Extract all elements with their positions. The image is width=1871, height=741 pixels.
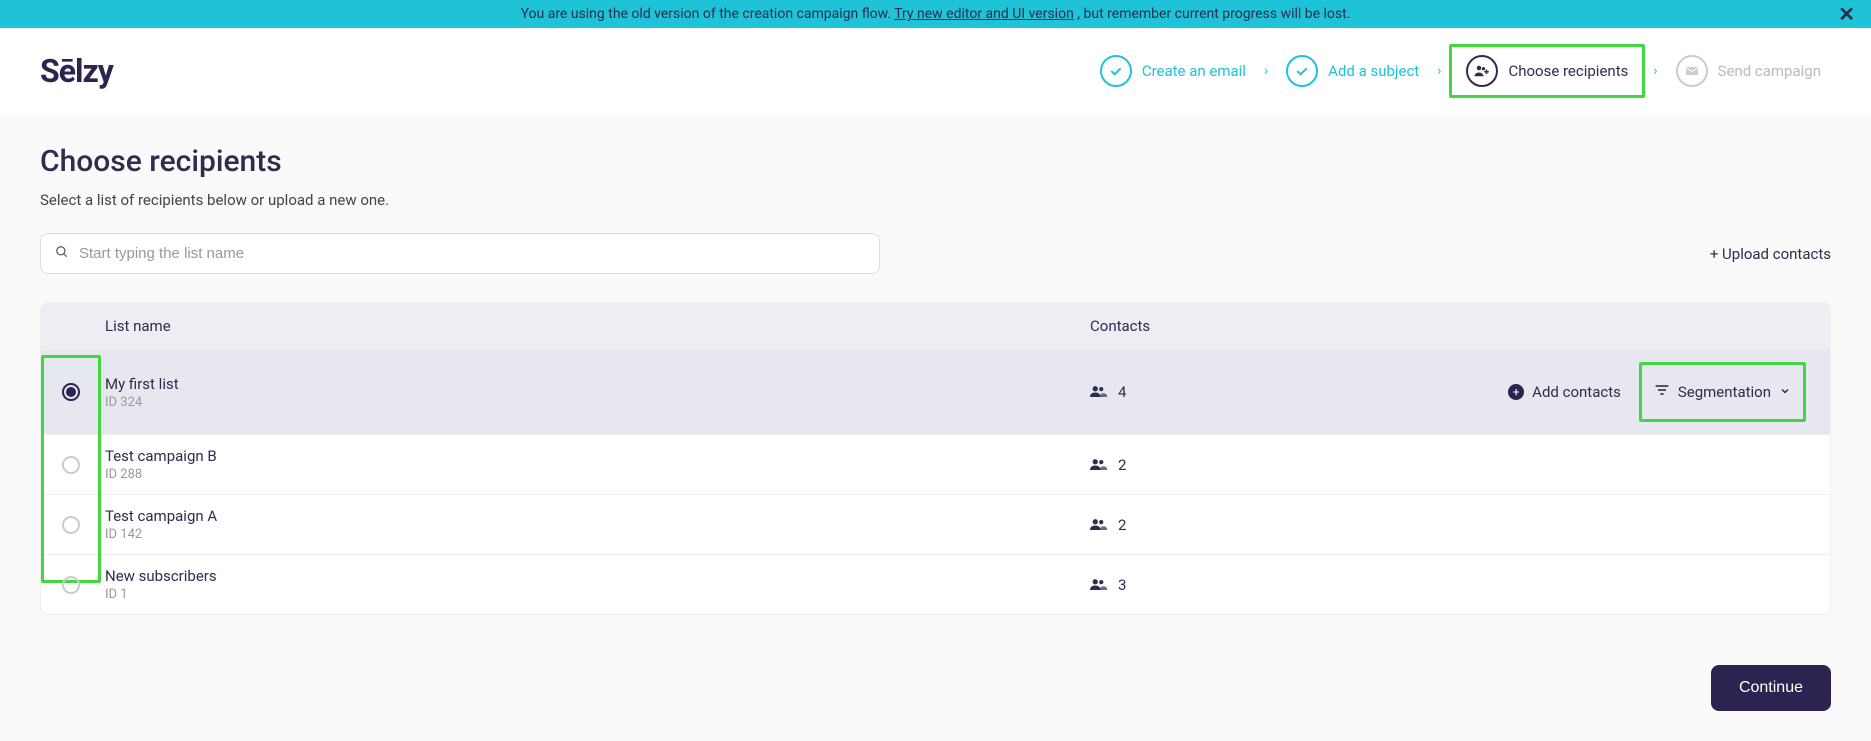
radio-button[interactable] — [62, 456, 80, 474]
list-id: ID 324 — [105, 395, 1090, 410]
step-label: Add a subject — [1328, 62, 1419, 80]
banner-link[interactable]: Try new editor and UI version — [894, 6, 1074, 22]
list-name: New subscribers — [105, 567, 1090, 585]
column-header-contacts: Contacts — [1090, 317, 1430, 335]
chevron-right-icon: › — [1264, 63, 1268, 79]
contacts-count: 2 — [1118, 456, 1126, 474]
chevron-right-icon: › — [1653, 63, 1657, 79]
list-id: ID 288 — [105, 467, 1090, 482]
radio-button[interactable] — [62, 576, 80, 594]
search-input-wrapper[interactable] — [40, 233, 880, 274]
banner-text-after: , but remember current progress will be … — [1077, 6, 1350, 22]
step-label: Create an email — [1142, 62, 1246, 80]
people-icon — [1090, 383, 1108, 401]
people-icon — [1090, 576, 1108, 594]
contacts-count: 2 — [1118, 516, 1126, 534]
step-choose-recipients[interactable]: Choose recipients — [1449, 44, 1645, 98]
contacts-count: 3 — [1118, 576, 1126, 594]
step-add-subject[interactable]: Add a subject — [1276, 49, 1429, 93]
people-icon — [1090, 516, 1108, 534]
header: Sēlzy Create an email › Add a subject › … — [0, 28, 1871, 114]
footer: Continue — [0, 645, 1871, 741]
check-icon — [1286, 55, 1318, 87]
people-icon — [1090, 456, 1108, 474]
page-title: Choose recipients — [40, 144, 1831, 179]
add-contacts-button[interactable]: + Add contacts — [1508, 383, 1621, 401]
list-name: My first list — [105, 375, 1090, 393]
continue-button[interactable]: Continue — [1711, 665, 1831, 711]
step-send-campaign: Send campaign — [1666, 49, 1831, 93]
search-input[interactable] — [79, 245, 865, 262]
envelope-icon — [1676, 55, 1708, 87]
list-id: ID 1 — [105, 587, 1090, 602]
chevron-right-icon: › — [1437, 63, 1441, 79]
table-row[interactable]: Test campaign A ID 142 2 — [41, 494, 1830, 554]
radio-button[interactable] — [62, 516, 80, 534]
people-plus-icon — [1466, 55, 1498, 87]
check-icon — [1100, 55, 1132, 87]
logo[interactable]: Sēlzy — [40, 52, 113, 90]
step-label: Choose recipients — [1508, 62, 1628, 80]
recipients-table: List name Contacts My first list ID 324 … — [40, 302, 1831, 615]
page-subtitle: Select a list of recipients below or upl… — [40, 191, 1831, 209]
segmentation-button[interactable]: Segmentation — [1654, 383, 1791, 401]
radio-button[interactable] — [62, 383, 80, 401]
list-name: Test campaign B — [105, 447, 1090, 465]
table-row[interactable]: Test campaign B ID 288 2 — [41, 434, 1830, 494]
list-id: ID 142 — [105, 527, 1090, 542]
stepper: Create an email › Add a subject › Choose… — [1090, 44, 1831, 98]
filter-icon — [1654, 383, 1670, 401]
plus-icon: + — [1508, 384, 1524, 400]
main-content: Choose recipients Select a list of recip… — [0, 114, 1871, 645]
table-row[interactable]: New subscribers ID 1 3 — [41, 554, 1830, 614]
upload-contacts-link[interactable]: + Upload contacts — [1710, 245, 1831, 263]
search-icon — [55, 244, 69, 263]
notification-banner: You are using the old version of the cre… — [0, 0, 1871, 28]
table-header: List name Contacts — [41, 303, 1830, 349]
banner-text-before: You are using the old version of the cre… — [521, 6, 895, 22]
column-header-name: List name — [101, 317, 1090, 335]
close-icon[interactable]: ✕ — [1838, 2, 1855, 26]
step-label: Send campaign — [1718, 62, 1821, 80]
list-name: Test campaign A — [105, 507, 1090, 525]
table-row[interactable]: My first list ID 324 4 + Add contacts — [41, 349, 1830, 434]
step-create-email[interactable]: Create an email — [1090, 49, 1256, 93]
chevron-down-icon — [1779, 385, 1791, 400]
contacts-count: 4 — [1118, 383, 1126, 401]
